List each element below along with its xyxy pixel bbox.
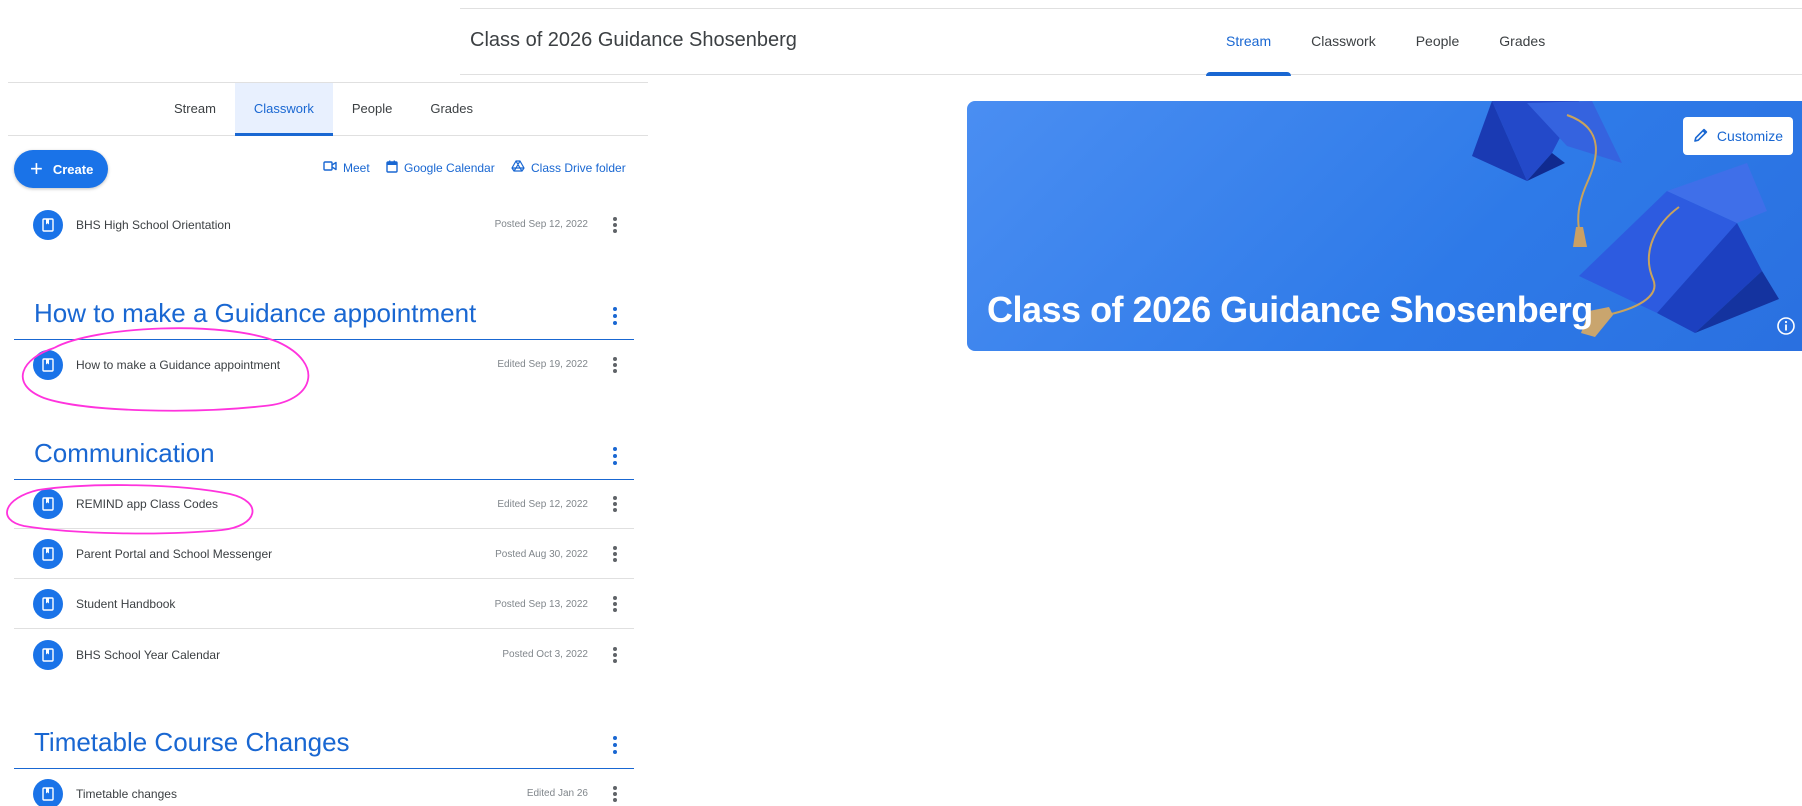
more-vert-icon[interactable] <box>610 784 620 804</box>
more-vert-icon[interactable] <box>610 594 620 614</box>
more-vert-icon[interactable] <box>610 736 620 754</box>
customize-label: Customize <box>1716 128 1784 144</box>
create-label: Create <box>52 161 94 177</box>
classwork-window: Stream Classwork People Grades + Create … <box>0 82 648 806</box>
classwork-tab-bar: Stream Classwork People Grades <box>8 82 648 136</box>
material-icon <box>33 349 63 380</box>
customize-button[interactable]: Customize <box>1683 117 1793 155</box>
item-date: Posted Sep 12, 2022 <box>494 219 588 230</box>
google-calendar-label: Google Calendar <box>404 161 495 175</box>
item-date: Edited Sep 19, 2022 <box>497 359 588 370</box>
material-icon <box>33 539 63 569</box>
item-title: BHS School Year Calendar <box>76 647 221 662</box>
topic-title[interactable]: How to make a Guidance appointment <box>34 298 476 329</box>
item-date: Posted Aug 30, 2022 <box>495 548 588 560</box>
item-title: Parent Portal and School Messenger <box>76 547 273 561</box>
class-title[interactable]: Class of 2026 Guidance Shosenberg <box>470 29 797 52</box>
topic-title[interactable]: Timetable Course Changes <box>34 727 350 758</box>
tab-stream[interactable]: Stream <box>1206 9 1292 76</box>
video-camera-icon <box>323 160 337 175</box>
stream-tab-bar: Stream Classwork People Grades <box>1206 9 1565 76</box>
item-date: Edited Jan 26 <box>526 788 588 799</box>
item-title: Timetable changes <box>76 786 177 801</box>
tab-classwork[interactable]: Classwork <box>234 83 333 136</box>
topic-header: Timetable Course Changes <box>14 719 634 769</box>
plus-icon: + <box>30 156 43 181</box>
list-item[interactable]: Timetable changes Edited Jan 26 <box>14 769 634 806</box>
more-vert-icon[interactable] <box>610 355 620 375</box>
list-item[interactable]: BHS High School Orientation Posted Sep 1… <box>14 200 634 249</box>
material-icon <box>33 489 63 519</box>
topic-header: How to make a Guidance appointment <box>14 290 634 340</box>
google-drive-icon <box>511 160 525 175</box>
tab-stream[interactable]: Stream <box>155 83 235 136</box>
banner-class-title: Class of 2026 Guidance Shosenberg <box>987 289 1593 330</box>
class-drive-folder-label: Class Drive folder <box>531 160 626 175</box>
more-vert-icon[interactable] <box>610 544 620 564</box>
more-vert-icon[interactable] <box>610 215 620 235</box>
more-vert-icon[interactable] <box>610 447 620 465</box>
more-vert-icon[interactable] <box>610 645 620 665</box>
material-icon <box>33 778 63 806</box>
tab-grades[interactable]: Grades <box>1479 9 1565 75</box>
topic-title[interactable]: Communication <box>34 438 215 469</box>
item-date: Posted Sep 13, 2022 <box>494 598 588 610</box>
tab-people[interactable]: People <box>1396 9 1480 75</box>
item-date: Posted Oct 3, 2022 <box>502 649 588 660</box>
tab-classwork[interactable]: Classwork <box>1291 9 1396 75</box>
material-icon <box>33 639 63 670</box>
list-item[interactable]: Student Handbook Posted Sep 13, 2022 <box>14 580 634 629</box>
item-title: BHS High School Orientation <box>76 217 231 232</box>
item-title: Student Handbook <box>76 597 176 611</box>
tab-grades[interactable]: Grades <box>411 83 492 136</box>
item-title: How to make a Guidance appointment <box>76 357 281 372</box>
more-vert-icon[interactable] <box>610 494 620 514</box>
material-icon <box>33 209 63 240</box>
more-vert-icon[interactable] <box>610 307 620 325</box>
item-date: Edited Sep 12, 2022 <box>497 498 588 510</box>
topic-header: Communication <box>14 430 634 480</box>
google-calendar-link[interactable]: Google Calendar <box>386 160 495 176</box>
list-item[interactable]: BHS School Year Calendar Posted Oct 3, 2… <box>14 630 634 679</box>
class-drive-folder-link[interactable]: Class Drive folder <box>511 160 626 175</box>
stream-header: Class of 2026 Guidance Shosenberg Stream… <box>460 9 1802 76</box>
pencil-icon <box>1693 127 1709 146</box>
info-icon[interactable] <box>1776 316 1796 336</box>
item-title: REMIND app Class Codes <box>76 497 219 511</box>
list-item[interactable]: How to make a Guidance appointment Edite… <box>14 340 634 389</box>
meet-link[interactable]: Meet <box>323 160 370 175</box>
tab-people[interactable]: People <box>333 83 411 136</box>
list-item[interactable]: Parent Portal and School Messenger Poste… <box>14 530 634 579</box>
list-item[interactable]: REMIND app Class Codes Edited Sep 12, 20… <box>14 480 634 529</box>
class-banner: Class of 2026 Guidance Shosenberg Custom… <box>967 101 1802 351</box>
create-button[interactable]: + Create <box>14 150 108 188</box>
meet-label: Meet <box>343 160 370 175</box>
material-icon <box>33 589 63 619</box>
calendar-icon <box>386 160 398 176</box>
